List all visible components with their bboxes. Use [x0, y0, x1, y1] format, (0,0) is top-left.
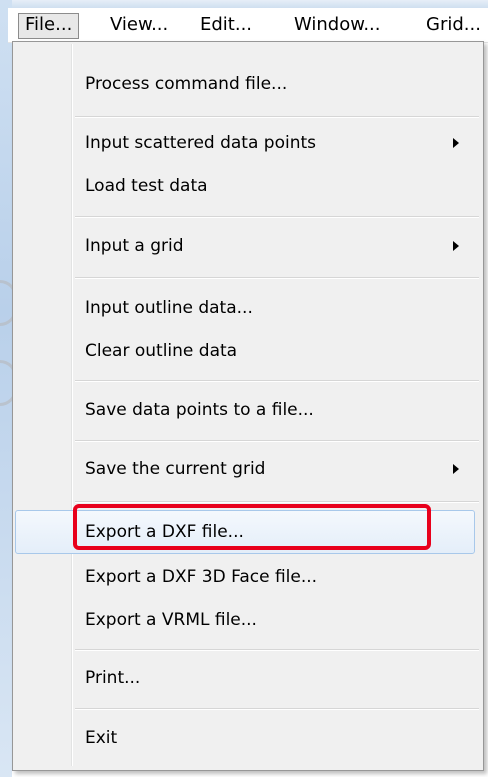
- menu-view[interactable]: View...: [104, 13, 174, 37]
- menu-separator: [75, 216, 479, 218]
- menu-item-label: Print...: [85, 668, 141, 688]
- menu-separator: [75, 649, 479, 651]
- menu-separator: [75, 440, 479, 442]
- menu-item-label: Save the current grid: [85, 459, 266, 479]
- menu-item-export-dxf-3d-face-file[interactable]: Export a DXF 3D Face file...: [15, 555, 475, 599]
- menu-item-label: Load test data: [85, 176, 208, 196]
- menu-item-label: Input a grid: [85, 236, 184, 256]
- menu-item-label: Export a DXF 3D Face file...: [85, 567, 318, 587]
- menu-grid[interactable]: Grid...: [420, 13, 487, 37]
- menu-item-input-outline-data[interactable]: Input outline data...: [15, 286, 475, 330]
- highlight-callout-box: [73, 504, 431, 550]
- menu-window[interactable]: Window...: [288, 13, 386, 37]
- menu-item-process-command-file[interactable]: Process command file...: [15, 62, 475, 106]
- submenu-arrow-icon: [453, 241, 459, 251]
- menu-item-label: Process command file...: [85, 74, 288, 94]
- submenu-arrow-icon: [453, 464, 459, 474]
- menu-separator: [75, 501, 479, 503]
- menu-bar: File... View... Edit... Window... Grid..…: [8, 8, 488, 43]
- menu-item-label: Clear outline data: [85, 341, 238, 361]
- menu-file[interactable]: File...: [18, 13, 80, 39]
- menu-item-export-vrml-file[interactable]: Export a VRML file...: [15, 598, 475, 642]
- menu-edit[interactable]: Edit...: [194, 13, 258, 37]
- window-titlebar-strip: [0, 0, 488, 8]
- menu-item-load-test-data[interactable]: Load test data: [15, 164, 475, 208]
- menu-separator: [75, 380, 479, 382]
- menu-item-label: Exit: [85, 728, 118, 748]
- file-menu-dropdown: Process command file... Input scattered …: [12, 41, 484, 771]
- menu-item-input-a-grid[interactable]: Input a grid: [15, 224, 475, 268]
- submenu-arrow-icon: [453, 138, 459, 148]
- menu-item-label: Input outline data...: [85, 298, 253, 318]
- menu-item-clear-outline-data[interactable]: Clear outline data: [15, 329, 475, 373]
- menu-item-label: Export a VRML file...: [85, 610, 257, 630]
- menu-item-exit[interactable]: Exit: [15, 716, 475, 760]
- menu-separator: [75, 708, 479, 710]
- menu-item-save-data-points[interactable]: Save data points to a file...: [15, 388, 475, 432]
- menu-item-label: Save data points to a file...: [85, 400, 314, 420]
- menu-separator: [75, 116, 479, 118]
- menu-item-save-current-grid[interactable]: Save the current grid: [15, 447, 475, 491]
- menu-separator: [75, 277, 479, 279]
- menu-item-label: Input scattered data points: [85, 133, 317, 153]
- menu-item-print[interactable]: Print...: [15, 656, 475, 700]
- menu-item-input-scattered-data-points[interactable]: Input scattered data points: [15, 121, 475, 165]
